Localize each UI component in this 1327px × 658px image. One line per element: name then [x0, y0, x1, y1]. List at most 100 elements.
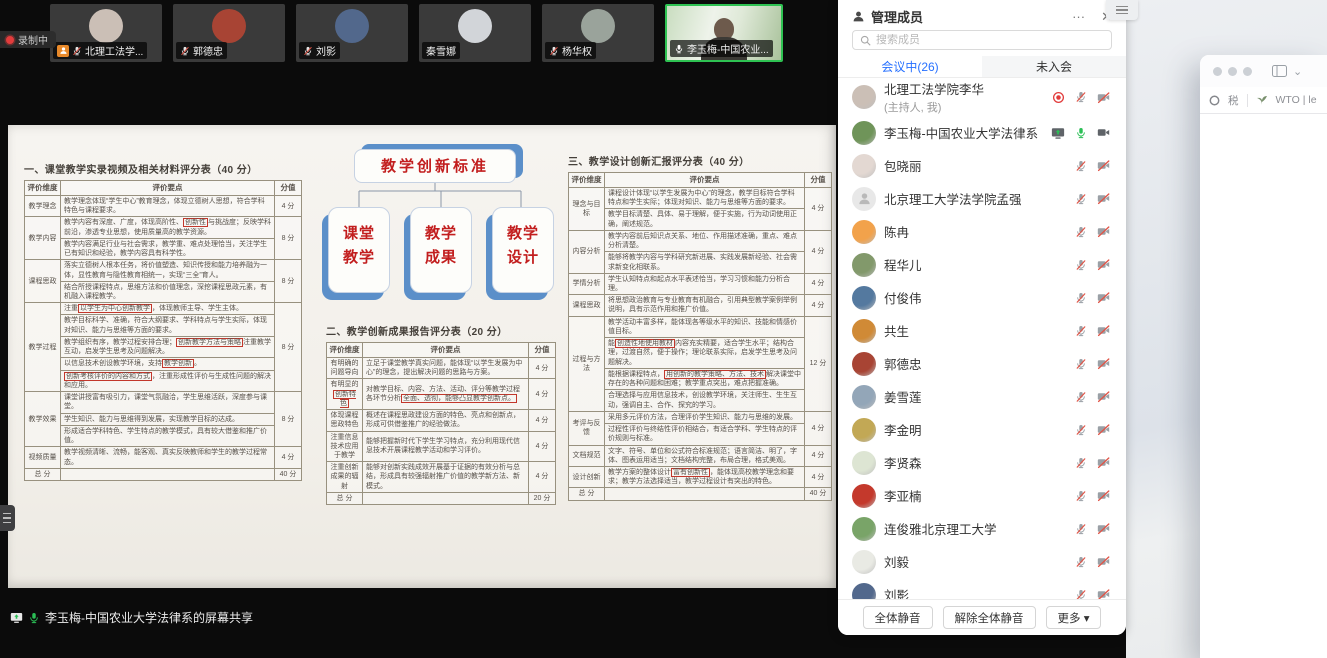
score-cell: 4 分: [805, 273, 832, 294]
camera-off-icon[interactable]: [1097, 357, 1110, 370]
mic-on-icon[interactable]: [1075, 127, 1087, 139]
camera-off-icon[interactable]: [1097, 324, 1110, 337]
column-header: 评价要点: [363, 343, 529, 358]
more-icon[interactable]: ···: [1072, 10, 1085, 23]
mic-muted-icon: [72, 46, 82, 56]
mic-muted-icon[interactable]: [1075, 193, 1087, 205]
column-header: 评价要点: [605, 173, 805, 188]
camera-off-icon[interactable]: [1097, 489, 1110, 502]
camera-off-icon[interactable]: [1097, 159, 1110, 172]
mic-muted-icon[interactable]: [1075, 358, 1087, 370]
tile-name-bar: 刘影: [299, 42, 340, 59]
camera-off-icon[interactable]: [1097, 555, 1110, 568]
mic-muted-icon[interactable]: [1075, 292, 1087, 304]
more-button[interactable]: 更多 ▾: [1046, 606, 1102, 629]
member-row[interactable]: 连俊雅北京理工大学: [838, 512, 1126, 545]
panel-collapse-handle[interactable]: [1106, 0, 1138, 20]
video-tile[interactable]: 郭德忠: [173, 4, 285, 62]
tile-participant-name: 李玉梅-中国农业...: [687, 41, 769, 56]
tile-participant-name: 杨华权: [562, 43, 592, 58]
member-name: 刘影: [884, 585, 1067, 600]
mute-all-button[interactable]: 全体静音: [863, 606, 933, 629]
tab-in-meeting[interactable]: 会议中(26): [838, 56, 982, 77]
browser-tab-favicon[interactable]: [1209, 95, 1220, 106]
member-row[interactable]: 陈冉: [838, 215, 1126, 248]
camera-off-icon[interactable]: [1097, 423, 1110, 436]
member-row[interactable]: 包晓丽: [838, 149, 1126, 182]
mic-muted-icon[interactable]: [1075, 523, 1087, 535]
camera-off-icon[interactable]: [1097, 258, 1110, 271]
mic-muted-icon[interactable]: [1075, 457, 1087, 469]
red-highlight-box: 创新考核评价的内容和方式: [64, 372, 152, 381]
video-tile[interactable]: 杨华权: [542, 4, 654, 62]
member-row[interactable]: 刘影: [838, 578, 1126, 600]
video-tile[interactable]: 北理工法学...: [50, 4, 162, 62]
mic-muted-icon[interactable]: [1075, 259, 1087, 271]
member-row[interactable]: 李贤森: [838, 446, 1126, 479]
score-cell: 4 分: [275, 447, 302, 468]
dimension-cell: 注重创新成果的辐射: [327, 462, 363, 493]
member-name: 郭德忠: [884, 354, 1067, 373]
member-row[interactable]: 李亚楠: [838, 479, 1126, 512]
member-row[interactable]: 郭德忠: [838, 347, 1126, 380]
window-close-button[interactable]: [1213, 67, 1222, 76]
score-cell: 8 分: [275, 217, 302, 260]
score-cell: 4 分: [805, 411, 832, 445]
mic-muted-icon[interactable]: [1075, 424, 1087, 436]
member-row[interactable]: 李金明: [838, 413, 1126, 446]
table-row: 有明确的问题导向立足于课堂教学真实问题，能体现“以学生发展为中心”的理念，提出解…: [327, 357, 556, 378]
mic-muted-icon[interactable]: [1075, 556, 1087, 568]
tile-name-bar: 李玉梅-中国农业...: [670, 40, 773, 57]
unmute-all-button[interactable]: 解除全体静音: [943, 606, 1036, 629]
camera-off-icon[interactable]: [1097, 291, 1110, 304]
tab-not-joined[interactable]: 未入会: [982, 56, 1126, 77]
chevron-down-icon[interactable]: ⌄: [1293, 65, 1302, 78]
criteria-cell: 能根据课程特点，用创新的教学策略、方法、技术解决课堂中存在的各种问题和困难；教学…: [605, 368, 805, 389]
mic-muted-icon[interactable]: [1075, 391, 1087, 403]
dimension-cell: 教学理念: [25, 195, 61, 216]
column-header: 分值: [529, 343, 556, 358]
mic-muted-icon[interactable]: [1075, 325, 1087, 337]
member-row[interactable]: 李玉梅-中国农业大学法律系: [838, 116, 1126, 149]
table-row: 合理选择与应用信息技术，创设教学环境，关注师生、生生互动，强调自主、合作、探究的…: [569, 390, 832, 411]
diagram-child-box: 教学 设计: [492, 207, 554, 293]
window-minimize-button[interactable]: [1228, 67, 1237, 76]
member-row[interactable]: 北理工法学院李华(主持人, 我): [838, 78, 1126, 116]
browser-titlebar: ⌄: [1200, 55, 1327, 87]
browser-tab-1[interactable]: 税: [1228, 93, 1239, 108]
member-row[interactable]: 共生: [838, 314, 1126, 347]
table-row: 过程与方法教学活动丰富多样，能体现各等级水平的知识、技能和情感价值目标。12 分: [569, 316, 832, 337]
member-row[interactable]: 付俊伟: [838, 281, 1126, 314]
video-tile[interactable]: 秦雪娜: [419, 4, 531, 62]
camera-off-icon[interactable]: [1097, 456, 1110, 469]
tile-participant-name: 秦雪娜: [426, 43, 456, 58]
camera-off-icon[interactable]: [1097, 522, 1110, 535]
member-row[interactable]: 姜雪莲: [838, 380, 1126, 413]
camera-off-icon[interactable]: [1097, 390, 1110, 403]
annotation-toolbar-handle[interactable]: [0, 505, 15, 531]
member-row[interactable]: 北京理工大学法学院孟强: [838, 182, 1126, 215]
video-tile[interactable]: 刘影: [296, 4, 408, 62]
score-cell: 4 分: [529, 410, 556, 431]
browser-tab-2[interactable]: WTO | le: [1276, 94, 1317, 106]
camera-off-icon[interactable]: [1097, 91, 1110, 104]
red-highlight-box: 创造性地使用教材: [615, 339, 675, 348]
search-input[interactable]: [876, 34, 1104, 46]
camera-on-icon[interactable]: [1097, 126, 1110, 139]
member-status-icons: [1051, 126, 1110, 140]
avatar: [852, 286, 876, 310]
tile-participant-name: 刘影: [316, 43, 336, 58]
background-browser-window[interactable]: ⌄ 税 WTO | le: [1200, 55, 1327, 658]
mic-muted-icon[interactable]: [1075, 226, 1087, 238]
diagram-connector-lines: [326, 183, 556, 207]
browser-sidebar-icon[interactable]: [1272, 65, 1287, 77]
member-row[interactable]: 刘毅: [838, 545, 1126, 578]
mic-muted-icon[interactable]: [1075, 160, 1087, 172]
camera-off-icon[interactable]: [1097, 225, 1110, 238]
mic-muted-icon[interactable]: [1075, 91, 1087, 103]
mic-muted-icon[interactable]: [1075, 490, 1087, 502]
camera-off-icon[interactable]: [1097, 192, 1110, 205]
window-zoom-button[interactable]: [1243, 67, 1252, 76]
video-tile[interactable]: 李玉梅-中国农业...: [665, 4, 783, 62]
member-row[interactable]: 程华儿: [838, 248, 1126, 281]
